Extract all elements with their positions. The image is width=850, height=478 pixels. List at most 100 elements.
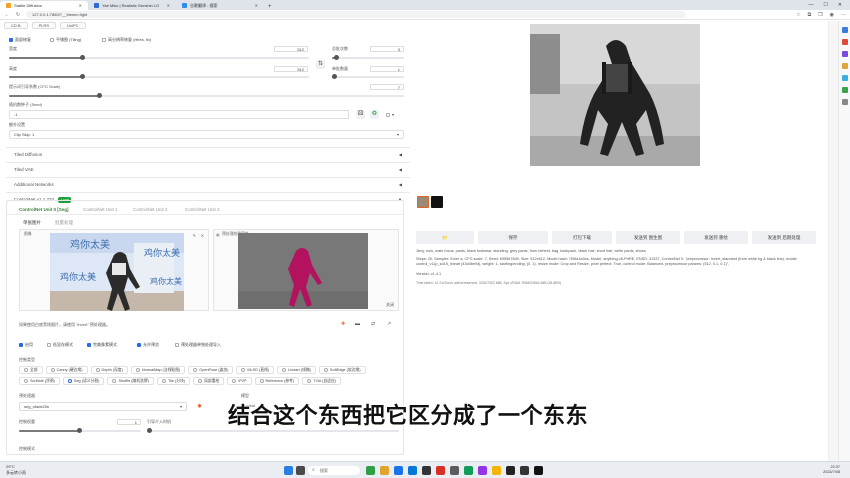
control-weight-input[interactable]: 1 [117, 419, 141, 425]
control-type-option[interactable]: Reference (参考) [254, 377, 300, 385]
face-restore-check[interactable]: 面部修复 [9, 37, 31, 43]
zip-download-button[interactable]: 打包下载 [552, 231, 612, 244]
tab-yae-miko[interactable]: Yae Miko | Realistic Genshin LO ✕ [88, 1, 176, 10]
output-thumbnail[interactable] [431, 196, 443, 208]
accordion-additional-networks[interactable]: Additional Networks ◀ [6, 177, 410, 190]
output-thumbnail[interactable] [417, 196, 429, 208]
add-sidebar-icon[interactable] [841, 99, 848, 105]
control-weight-slider[interactable] [19, 428, 141, 433]
control-type-option[interactable]: Tile (分块) [156, 377, 191, 385]
radio-icon[interactable] [323, 368, 328, 372]
radio-icon[interactable] [24, 368, 28, 372]
checkbox-icon[interactable] [9, 38, 13, 42]
sampler-chip[interactable]: CD.B [4, 22, 28, 29]
weather-widget[interactable]: 29°C 多云转小雨 [6, 464, 26, 476]
send-to-img2img-button[interactable]: 发送到 图生图 [616, 231, 680, 244]
edit-icon[interactable]: ✎ [193, 233, 196, 238]
checkbox-icon[interactable] [137, 343, 141, 347]
checkbox-icon[interactable] [47, 343, 51, 347]
control-type-option[interactable]: Seg (语义分割) [62, 377, 105, 385]
control-type-option[interactable]: MLSD (直线) [236, 366, 275, 374]
control-type-option[interactable]: IP2P [227, 377, 252, 385]
close-icon[interactable]: ✕ [167, 3, 170, 8]
url-field[interactable]: 127.0.0.1:7860/?__theme=light [26, 11, 686, 18]
shopping-icon[interactable] [841, 39, 848, 45]
clip-skip-select[interactable]: Clip Skip: 1 ▾ [9, 130, 404, 139]
reuse-seed-button[interactable]: ♻ [370, 110, 379, 119]
page-scrollbar[interactable] [828, 21, 838, 461]
more-icon[interactable]: ⋯ [841, 12, 846, 18]
swap-icon[interactable]: ⇄ [371, 321, 375, 327]
app-icon[interactable] [506, 466, 515, 475]
search-sidebar-icon[interactable] [841, 27, 848, 33]
save-button[interactable]: 保存 [478, 231, 548, 244]
control-type-option[interactable]: T2IA (自适应) [302, 377, 342, 385]
radio-icon[interactable] [241, 368, 246, 372]
allow-preview-check[interactable]: 允许预览 [137, 342, 159, 348]
send-to-extras-button[interactable]: 发送到 后期处理 [752, 231, 816, 244]
send-to-inpaint-button[interactable]: 发送到 重绘 [684, 231, 748, 244]
upload-independent-check[interactable]: 预处理器单独处理导入 [175, 342, 221, 348]
start-step-slider[interactable] [147, 428, 399, 433]
radio-icon[interactable] [112, 379, 117, 383]
width-slider[interactable] [9, 55, 309, 60]
radio-icon[interactable] [50, 368, 55, 372]
app-icon[interactable] [492, 466, 501, 475]
tools-icon[interactable] [841, 51, 848, 57]
sampler-chip[interactable]: UniPC [60, 22, 86, 29]
sampler-chip[interactable]: PLRS [31, 22, 57, 29]
profile-icon[interactable]: ◉ [830, 12, 834, 18]
batch-count-input[interactable]: 3 [370, 46, 404, 52]
pixel-perfect-check[interactable]: 完美像素模式 [87, 342, 117, 348]
radio-icon[interactable] [282, 368, 287, 372]
app-icon[interactable] [478, 466, 487, 475]
collections-icon[interactable]: ❐ [818, 12, 822, 18]
create-canvas-icon[interactable]: ✚ [341, 321, 345, 327]
radio-icon[interactable] [161, 379, 166, 383]
seed-input[interactable]: -1 [9, 110, 349, 119]
checkbox-icon[interactable] [386, 112, 390, 117]
store-icon[interactable] [408, 466, 417, 475]
radio-icon[interactable] [135, 368, 140, 372]
tab-unit-0[interactable]: ControlNet Unit 0 [Seg] [19, 207, 69, 212]
app-icon[interactable] [464, 466, 473, 475]
generated-image[interactable] [530, 24, 700, 166]
radio-icon[interactable] [307, 379, 312, 383]
radio-icon[interactable] [24, 379, 28, 383]
batch-size-input[interactable]: 1 [370, 66, 404, 72]
control-type-option[interactable]: 局部重绘 [193, 377, 225, 385]
maximize-icon[interactable]: ☐ [823, 2, 827, 8]
tab-single-image[interactable]: 单张图片 [23, 220, 41, 226]
height-slider[interactable] [9, 74, 309, 79]
tab-batch[interactable]: 批量处理 [55, 220, 73, 226]
start-icon[interactable] [284, 466, 293, 475]
low-vram-check[interactable]: 低显存模式 [47, 342, 73, 348]
control-type-option[interactable]: OpenPose (姿态) [188, 366, 234, 374]
office-icon[interactable] [841, 75, 848, 81]
edge-icon[interactable] [394, 466, 403, 475]
camera-icon[interactable]: ▬ [355, 321, 360, 327]
batch-size-slider[interactable] [332, 74, 404, 79]
extra-seed-check[interactable]: ▾ [386, 112, 394, 117]
enable-check[interactable]: 启用 [19, 342, 33, 348]
radio-icon[interactable] [259, 379, 264, 383]
radio-icon[interactable] [193, 368, 198, 372]
close-icon[interactable]: ✕ [79, 3, 82, 8]
width-input[interactable]: 512 [274, 46, 308, 52]
checkbox-icon[interactable] [87, 343, 91, 347]
obs-icon[interactable] [520, 466, 529, 475]
control-type-option[interactable]: Shuffle (随机洗牌) [107, 377, 154, 385]
taskbar-search[interactable]: 搜索 [308, 466, 360, 475]
control-type-option[interactable]: 全部 [19, 366, 43, 374]
window-close-icon[interactable]: ✕ [838, 2, 842, 8]
control-type-option[interactable]: Canny (硬边缘) [45, 366, 88, 374]
system-clock[interactable]: 22:37 2023/7/08 [823, 465, 840, 475]
cfg-slider[interactable] [9, 93, 404, 98]
minimize-icon[interactable]: — [808, 2, 813, 8]
hires-fix-check[interactable]: 高分辨率修复 (Hires. fix) [102, 37, 151, 43]
accordion-tiled-vae[interactable]: Tiled VAE ◀ [6, 162, 410, 175]
checkbox-icon[interactable] [102, 38, 106, 42]
checkbox-icon[interactable] [175, 343, 179, 347]
source-image-dropzone[interactable]: 图像 鸡你太美 鸡你太美 鸡你太美 鸡你太美 ✎ ✕ [19, 229, 209, 311]
height-input[interactable]: 512 [274, 66, 308, 72]
